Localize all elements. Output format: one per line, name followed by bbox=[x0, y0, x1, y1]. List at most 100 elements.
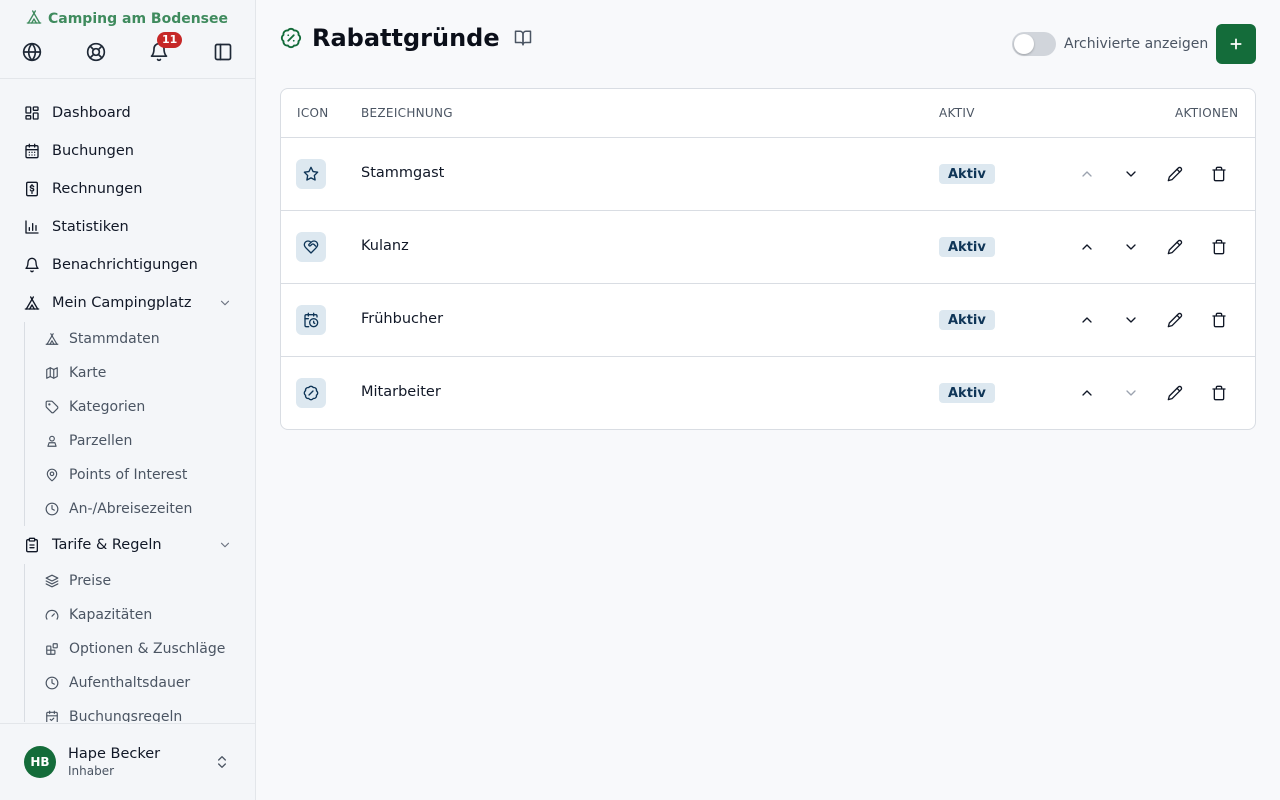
chevron-up-icon bbox=[1082, 317, 1092, 323]
sub-label: Points of Interest bbox=[69, 467, 188, 483]
sub-item-an-abreisezeiten[interactable]: An-/Abreisezeiten bbox=[45, 492, 245, 526]
star-icon bbox=[296, 159, 326, 189]
calendar-check-icon bbox=[46, 710, 58, 722]
sub-item-optionen-zuschlaege[interactable]: Optionen & Zuschläge bbox=[45, 632, 245, 666]
tent-icon bbox=[24, 296, 40, 310]
globe-icon[interactable] bbox=[20, 40, 44, 64]
move-up-button[interactable] bbox=[1076, 309, 1098, 331]
sub-label: An-/Abreisezeiten bbox=[69, 501, 193, 517]
clock-icon bbox=[45, 502, 59, 516]
sub-label: Preise bbox=[69, 573, 112, 589]
sub-item-points-of-interest[interactable]: Points of Interest bbox=[45, 458, 245, 492]
chevron-down-icon bbox=[220, 542, 230, 548]
edit-button[interactable] bbox=[1164, 382, 1186, 404]
status-badge: Aktiv bbox=[939, 164, 995, 184]
sidebar-toggle-icon[interactable] bbox=[211, 40, 235, 64]
move-down-button[interactable] bbox=[1120, 163, 1142, 185]
submenu-line bbox=[24, 322, 25, 526]
chevron-down-icon bbox=[1126, 244, 1136, 250]
move-down-button[interactable] bbox=[1120, 309, 1142, 331]
delete-button[interactable] bbox=[1208, 382, 1230, 404]
move-down-button[interactable] bbox=[1120, 236, 1142, 258]
sub-item-kategorien[interactable]: Kategorien bbox=[45, 390, 245, 424]
page-title: Rabattgründe bbox=[312, 24, 500, 52]
add-button[interactable] bbox=[1216, 24, 1256, 64]
delete-button[interactable] bbox=[1208, 163, 1230, 185]
tent-icon bbox=[45, 333, 59, 345]
user-name: Hape Becker bbox=[68, 746, 161, 762]
archived-toggle[interactable] bbox=[1012, 32, 1056, 56]
calendar-icon bbox=[25, 143, 39, 159]
delete-button[interactable] bbox=[1208, 309, 1230, 331]
edit-button[interactable] bbox=[1164, 309, 1186, 331]
sub-label: Stammdaten bbox=[69, 331, 160, 347]
nav-item-tarife-regeln[interactable]: Tarife & Regeln bbox=[24, 526, 240, 564]
column-header-name: BEZEICHNUNG bbox=[361, 106, 453, 120]
column-header-icon: ICON bbox=[297, 106, 329, 120]
trash-icon bbox=[1212, 239, 1226, 255]
chevron-down-icon bbox=[1126, 317, 1136, 323]
bar-chart-icon bbox=[25, 220, 39, 234]
tent-icon bbox=[26, 9, 42, 29]
trash-icon bbox=[1212, 166, 1226, 182]
chevron-up-icon bbox=[1082, 171, 1092, 177]
user-info: Hape Becker Inhaber bbox=[68, 746, 160, 778]
chevron-down-icon bbox=[1126, 390, 1136, 396]
book-open-icon[interactable] bbox=[514, 29, 532, 47]
nav-item-benachrichtigungen[interactable]: Benachrichtigungen bbox=[24, 246, 240, 284]
sub-label: Karte bbox=[69, 365, 107, 381]
status-badge: Aktiv bbox=[939, 310, 995, 330]
divider bbox=[0, 78, 256, 79]
move-up-button[interactable] bbox=[1076, 236, 1098, 258]
user-pin-icon bbox=[47, 435, 57, 447]
clipboard-icon bbox=[26, 537, 38, 553]
pencil-icon bbox=[1167, 166, 1183, 182]
user-role: Inhaber bbox=[68, 764, 115, 778]
table-row: Stammgast Aktiv bbox=[281, 138, 1255, 211]
bell-icon[interactable]: 11 bbox=[147, 32, 183, 64]
sub-item-buchungsregeln[interactable]: Buchungsregeln bbox=[45, 700, 245, 722]
sub-item-preise[interactable]: Preise bbox=[45, 564, 245, 598]
nav-item-rechnungen[interactable]: Rechnungen bbox=[24, 170, 240, 208]
nav-item-mein-campingplatz[interactable]: Mein Campingplatz bbox=[24, 284, 240, 322]
lifebuoy-icon[interactable] bbox=[84, 40, 108, 64]
avatar: HB bbox=[24, 746, 56, 778]
chevron-up-icon bbox=[1082, 390, 1092, 396]
sub-item-karte[interactable]: Karte bbox=[45, 356, 245, 390]
nav-label: Statistiken bbox=[52, 219, 129, 235]
notification-count-badge: 11 bbox=[157, 32, 183, 48]
edit-button[interactable] bbox=[1164, 163, 1186, 185]
nav-item-dashboard[interactable]: Dashboard bbox=[24, 94, 240, 132]
sub-label: Kategorien bbox=[69, 399, 146, 415]
move-up-button bbox=[1076, 163, 1098, 185]
user-menu[interactable]: HB Hape Becker Inhaber bbox=[24, 744, 240, 780]
nav-item-buchungen[interactable]: Buchungen bbox=[24, 132, 240, 170]
move-up-button[interactable] bbox=[1076, 382, 1098, 404]
sub-label: Optionen & Zuschläge bbox=[69, 641, 226, 657]
move-down-button bbox=[1120, 382, 1142, 404]
blocks-icon bbox=[46, 643, 58, 655]
nav-item-statistiken[interactable]: Statistiken bbox=[24, 208, 240, 246]
table-header: ICON BEZEICHNUNG AKTIV AKTIONEN bbox=[281, 89, 1255, 138]
sub-item-aufenthaltsdauer[interactable]: Aufenthaltsdauer bbox=[45, 666, 245, 700]
delete-button[interactable] bbox=[1208, 236, 1230, 258]
toggle-knob bbox=[1014, 34, 1034, 54]
sub-item-parzellen[interactable]: Parzellen bbox=[45, 424, 245, 458]
sidebar-toolbar: 11 bbox=[0, 32, 256, 64]
heart-handshake-icon bbox=[296, 232, 326, 262]
table-row: Kulanz Aktiv bbox=[281, 211, 1255, 284]
archived-toggle-group: Archivierte anzeigen bbox=[1012, 32, 1208, 56]
sub-label: Aufenthaltsdauer bbox=[69, 675, 191, 691]
pencil-icon bbox=[1167, 239, 1183, 255]
clock-icon bbox=[45, 676, 59, 690]
brand[interactable]: Camping am Bodensee bbox=[26, 9, 228, 29]
edit-button[interactable] bbox=[1164, 236, 1186, 258]
sub-label: Parzellen bbox=[69, 433, 133, 449]
calendar-clock-icon bbox=[296, 305, 326, 335]
sub-item-kapazitaeten[interactable]: Kapazitäten bbox=[45, 598, 245, 632]
sub-item-stammdaten[interactable]: Stammdaten bbox=[45, 322, 245, 356]
tag-icon bbox=[45, 400, 59, 414]
row-name: Mitarbeiter bbox=[361, 384, 441, 400]
pencil-icon bbox=[1167, 312, 1183, 328]
map-icon bbox=[46, 367, 58, 379]
